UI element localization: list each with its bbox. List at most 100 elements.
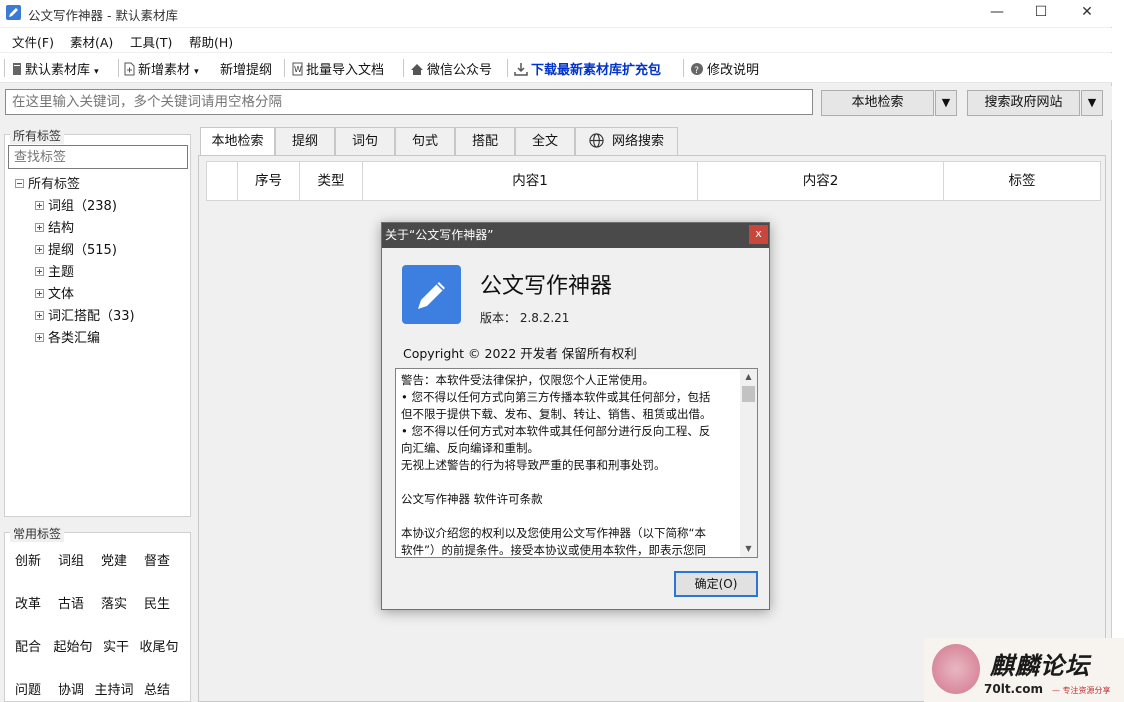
toolbar-separator: [118, 59, 119, 77]
batch-import-button[interactable]: W 批量导入文档: [292, 59, 384, 78]
common-tag[interactable]: 问题: [8, 679, 48, 698]
chevron-down-icon: ▾: [94, 67, 99, 77]
tab-fulltext[interactable]: 全文: [515, 127, 575, 156]
window-title: 公文写作神器 - 默认素材库: [28, 8, 178, 23]
tab-sentence-patterns[interactable]: 句式: [395, 127, 455, 156]
menu-bar: 文件(F) 素材(A) 工具(T) 帮助(H): [0, 28, 1112, 52]
local-search-dropdown[interactable]: ▼: [935, 90, 957, 116]
license-line: 但不限于提供下载、发布、复制、转让、销售、租赁或出借。: [401, 407, 712, 421]
tree-root[interactable]: 所有标签: [15, 173, 80, 192]
about-dialog-title: 关于“公文写作神器”: [385, 228, 494, 242]
menu-help[interactable]: 帮助(H): [189, 32, 233, 51]
grid-header-type[interactable]: 类型: [300, 162, 363, 200]
license-text: 警告：本软件受法律保护，仅限您个人正常使用。 • 您不得以任何方式向第三方传播本…: [401, 372, 739, 557]
expand-icon[interactable]: [35, 245, 44, 254]
gov-search-dropdown[interactable]: ▼: [1081, 90, 1103, 116]
expand-icon[interactable]: [35, 223, 44, 232]
wechat-button[interactable]: 微信公众号: [410, 59, 492, 78]
home-icon: [411, 64, 423, 75]
tree-root-label: 所有标签: [28, 177, 81, 192]
common-tag[interactable]: 创新: [8, 550, 48, 569]
tab-web-search[interactable]: 网络搜索: [575, 127, 678, 156]
expand-icon[interactable]: [35, 267, 44, 276]
menu-tools[interactable]: 工具(T): [130, 32, 172, 51]
license-line: 警告：本软件受法律保护，仅限您个人正常使用。: [401, 373, 654, 387]
tab-local-search[interactable]: 本地检索: [200, 127, 275, 157]
toolbar-separator: [284, 59, 285, 77]
changelog-label: 修改说明: [707, 63, 760, 78]
tree-item-structure[interactable]: 结构: [35, 217, 74, 236]
library-dropdown[interactable]: 默认素材库 ▾: [12, 59, 99, 78]
watermark-title: 麒麟论坛: [990, 652, 1090, 680]
common-tag[interactable]: 起始句: [51, 636, 95, 655]
license-scrollbar[interactable]: ▲ ▼: [740, 369, 757, 557]
all-tags-panel: 所有标签 所有标签 词组（238) 结构 提纲（515) 主题 文体 词汇搭配（…: [4, 127, 191, 517]
expand-icon[interactable]: [35, 201, 44, 210]
tree-item-collocation[interactable]: 词汇搭配（33): [35, 305, 135, 324]
common-tag[interactable]: 总结: [137, 679, 177, 698]
changelog-button[interactable]: ? 修改说明: [690, 59, 759, 78]
common-tag[interactable]: 实干: [96, 636, 136, 655]
tree-item-genre[interactable]: 文体: [35, 283, 74, 302]
grid-header-content1[interactable]: 内容1: [363, 162, 698, 200]
tab-words[interactable]: 词句: [335, 127, 395, 156]
tab-collocation[interactable]: 搭配: [455, 127, 515, 156]
tree-item-label: 各类汇编: [48, 331, 101, 346]
common-tag[interactable]: 督查: [137, 550, 177, 569]
common-tag[interactable]: 落实: [94, 593, 134, 612]
maximize-button[interactable]: ☐: [1018, 0, 1064, 27]
common-tag[interactable]: 党建: [94, 550, 134, 569]
tree-item-label: 文体: [48, 287, 75, 302]
close-window-button[interactable]: ✕: [1064, 0, 1110, 27]
tree-item-compilations[interactable]: 各类汇编: [35, 327, 100, 346]
license-line: 本协议介绍您的权利以及您使用公文写作神器（以下简称“本: [401, 526, 706, 540]
license-line: 无视上述警告的行为将导致严重的民事和刑事处罚。: [401, 458, 666, 472]
scroll-up-arrow-icon[interactable]: ▲: [740, 369, 757, 385]
expand-icon[interactable]: [35, 333, 44, 342]
about-dialog-title-bar: 关于“公文写作神器” x: [382, 223, 769, 248]
wechat-label: 微信公众号: [427, 63, 493, 78]
add-outline-button[interactable]: 新增提纲: [220, 59, 272, 78]
minimize-button[interactable]: —: [974, 0, 1020, 27]
ok-button[interactable]: 确定(O): [674, 571, 758, 597]
common-tag[interactable]: 改革: [8, 593, 48, 612]
add-material-label: 新增素材: [138, 63, 191, 78]
menu-file[interactable]: 文件(F): [12, 32, 54, 51]
tree-item-label: 提纲（515): [48, 243, 117, 258]
common-tag[interactable]: 配合: [8, 636, 48, 655]
common-tag[interactable]: 收尾句: [137, 636, 181, 655]
expand-icon[interactable]: [35, 289, 44, 298]
keyword-search-input[interactable]: [5, 89, 813, 115]
common-tag[interactable]: 词组: [51, 550, 91, 569]
download-icon: [514, 63, 528, 76]
add-material-button[interactable]: 新增素材 ▾: [124, 59, 199, 78]
common-tag[interactable]: 主持词: [92, 679, 136, 698]
about-copyright: Copyright © 2022 开发者 保留所有权利: [403, 346, 637, 361]
common-tag[interactable]: 古语: [51, 593, 91, 612]
tree-item-phrases[interactable]: 词组（238): [35, 195, 117, 214]
license-line: 软件”）的前提条件。接受本协议或使用本软件，即表示您同: [401, 543, 706, 557]
collapse-icon[interactable]: [15, 179, 24, 188]
tree-item-label: 结构: [48, 221, 75, 236]
common-tag[interactable]: 协调: [51, 679, 91, 698]
download-pack-label: 下载最新素材库扩充包: [531, 63, 662, 78]
common-tags-panel: 常用标签 创新 词组 党建 督查 改革 古语 落实 民生 配合 起始句 实干 收…: [4, 525, 191, 702]
license-text-box[interactable]: 警告：本软件受法律保护，仅限您个人正常使用。 • 您不得以任何方式向第三方传播本…: [395, 368, 758, 558]
tab-outline[interactable]: 提纲: [275, 127, 335, 156]
expand-icon[interactable]: [35, 311, 44, 320]
menu-material[interactable]: 素材(A): [70, 32, 113, 51]
dialog-close-button[interactable]: x: [749, 225, 768, 244]
grid-header-tags[interactable]: 标签: [944, 162, 1100, 200]
scroll-down-arrow-icon[interactable]: ▼: [740, 541, 757, 557]
common-tag[interactable]: 民生: [137, 593, 177, 612]
grid-header-content2[interactable]: 内容2: [698, 162, 944, 200]
tree-item-theme[interactable]: 主题: [35, 261, 74, 280]
tree-item-outline[interactable]: 提纲（515): [35, 239, 117, 258]
results-grid-header: 序号 类型 内容1 内容2 标签: [206, 161, 1101, 201]
tag-search-input[interactable]: [8, 145, 188, 169]
gov-search-button[interactable]: 搜索政府网站: [967, 90, 1080, 116]
grid-header-serial[interactable]: 序号: [238, 162, 300, 200]
local-search-button[interactable]: 本地检索: [821, 90, 934, 116]
scroll-thumb[interactable]: [742, 386, 755, 402]
download-pack-button[interactable]: 下载最新素材库扩充包: [514, 59, 661, 78]
